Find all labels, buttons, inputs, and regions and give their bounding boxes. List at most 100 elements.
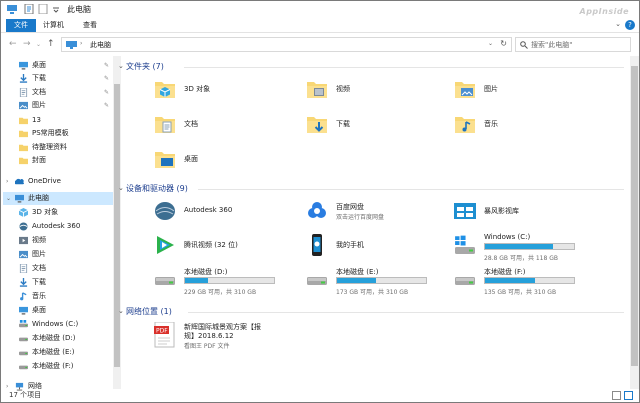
sidebar-item[interactable]: 文档 [1,262,113,275]
search-box[interactable]: 搜索"此电脑" [515,37,631,52]
watermark-logo: AppInside [579,7,629,16]
sidebar-item[interactable]: 此电脑 ⌄ [3,192,113,205]
sidebar-item-label: 下载 [32,278,46,286]
collapse-folders-icon[interactable]: ⌄ [118,62,124,70]
sidebar-item-label: 桌面 [32,306,46,314]
forward-arrow-icon[interactable]: → [23,39,31,49]
tab-computer[interactable]: 计算机 [35,19,72,32]
folder-tile[interactable]: 桌面 [154,148,294,176]
refresh-icon[interactable]: ↻ [500,39,507,48]
help-icon[interactable]: ? [625,20,635,30]
device-tile[interactable]: Autodesk 360 [154,200,294,228]
sidebar-item-label: 3D 对象 [32,208,59,216]
group-network-title[interactable]: 网络位置 (1) [126,306,172,317]
sidebar-item-label: 视频 [32,236,46,244]
properties-icon[interactable] [24,3,34,15]
details-view-icon[interactable] [612,391,621,400]
drive-usage-bar [484,277,575,284]
device-tile[interactable]: 腾讯视频 (32 位) [154,234,294,262]
recent-locations-icon[interactable]: ⌄ [36,41,41,48]
folder-tile[interactable]: 3D 对象 [154,78,294,106]
content-scrollbar[interactable] [630,56,639,389]
sidebar-item[interactable]: 下载 ✎ [1,72,113,85]
drive-free-space: 28.8 GB 可用，共 118 GB [484,255,558,262]
device-tile[interactable]: 我的手机 [306,234,446,262]
sidebar-scrollbar-thumb[interactable] [114,84,120,367]
sidebar-item[interactable]: 桌面 [1,304,113,317]
drive-icon [19,348,28,357]
expand-chevron-icon[interactable]: ⌄ [6,192,11,205]
group-divider [188,312,624,313]
sidebar-item[interactable]: 本地磁盘 (D:) [1,332,113,345]
sidebar-item[interactable]: 视频 [1,234,113,247]
folder-tile[interactable]: 文档 [154,113,294,141]
drive-tile[interactable]: 本地磁盘 (E:) 173 GB 可用，共 310 GB [306,268,446,298]
sidebar-item[interactable]: 待整理资料 [1,141,113,154]
sidebar-item[interactable]: 本地磁盘 (E:) [1,346,113,359]
phone-icon [306,234,328,256]
sidebar-item[interactable]: 下载 [1,276,113,289]
sidebar-scrollbar[interactable] [113,56,121,389]
collapse-network-icon[interactable]: ⌄ [118,307,124,315]
drive-icon [154,268,176,290]
sidebar-item[interactable]: Windows (C:) [1,318,113,331]
sidebar-item[interactable]: 3D 对象 [1,206,113,219]
sidebar-item[interactable]: 图片 ✎ [1,99,113,112]
network-file-type: 看图王 PDF 文件 [184,343,230,350]
device-tile[interactable]: 暴风影视库 [454,200,594,228]
sidebar-item[interactable]: 封面 [1,154,113,167]
pin-icon: ✎ [103,62,109,69]
sidebar-item-label: 待整理资料 [32,143,67,151]
sidebar-item[interactable]: 音乐 [1,290,113,303]
expand-chevron-icon[interactable]: › [6,175,8,188]
drive-usage-fill [337,278,377,283]
network-file-item[interactable]: PDF 新辉国际城景观方案【报 规】2018.6.12 看图王 PDF 文件 [154,321,304,356]
sidebar-item[interactable]: 本地磁盘 (F:) [1,360,113,373]
content-area: ⌄ 文件夹 (7) ⌄ 设备和驱动器 (9) ⌄ 网络位置 (1) PDF 新辉… [118,56,629,389]
sidebar-item-label: 图片 [32,250,46,258]
folder-label: 3D 对象 [184,85,211,93]
content-scrollbar-thumb[interactable] [631,66,638,366]
tab-view[interactable]: 查看 [75,19,105,32]
sidebar-item[interactable]: 桌面 ✎ [1,59,113,72]
sidebar-item[interactable]: 文档 ✎ [1,86,113,99]
sidebar-item[interactable]: Autodesk 360 [1,220,113,233]
quick-access-dropdown-icon[interactable] [51,4,61,14]
up-arrow-icon[interactable]: ↑ [47,39,55,49]
baidu-netdisk-icon [306,200,328,222]
sidebar-item[interactable]: 13 [1,114,113,127]
expand-ribbon-icon[interactable]: ⌄ [615,20,621,28]
back-arrow-icon[interactable]: ← [9,39,17,49]
address-dropdown-icon[interactable]: ⌄ [488,40,493,47]
folder-tile[interactable]: 下载 [306,113,446,141]
desktop-icon [19,61,28,70]
pin-icon: ✎ [103,75,109,82]
autodesk-icon [19,222,28,231]
drive-tile[interactable]: 本地磁盘 (D:) 229 GB 可用，共 310 GB [154,268,294,298]
tab-file[interactable]: 文件 [6,19,36,32]
drive-label: Windows (C:) [484,233,531,241]
folder-tile[interactable]: 图片 [454,78,594,106]
pictures-icon [454,78,476,100]
folder-tile[interactable]: 视频 [306,78,446,106]
sidebar-item-label: 桌面 [32,61,46,69]
collapse-devices-icon[interactable]: ⌄ [118,184,124,192]
pictures-icon [19,101,28,110]
folder-tile[interactable]: 音乐 [454,113,594,141]
this-pc-icon [15,194,24,203]
window-title: 此电脑 [67,5,91,14]
group-folders-title[interactable]: 文件夹 (7) [126,61,164,72]
address-bar[interactable]: › 此电脑 ⌄ ↻ [61,37,512,52]
sidebar-item[interactable]: PS常用模板 [1,127,113,140]
drive-tile[interactable]: Windows (C:) 28.8 GB 可用，共 118 GB [454,233,594,264]
baofeng-icon [454,200,476,222]
group-devices-title[interactable]: 设备和驱动器 (9) [126,183,188,194]
breadcrumb-this-pc[interactable]: 此电脑 [90,40,111,50]
sidebar-item[interactable]: 图片 [1,248,113,261]
new-folder-icon[interactable] [38,3,48,15]
sidebar-item-label: Autodesk 360 [32,222,81,230]
sidebar-item[interactable]: OneDrive › [1,175,113,188]
large-icons-view-icon[interactable] [624,391,633,400]
device-tile[interactable]: 百度网盘 双击运行百度网盘 [306,200,446,228]
drive-tile[interactable]: 本地磁盘 (F:) 135 GB 可用，共 310 GB [454,268,594,298]
